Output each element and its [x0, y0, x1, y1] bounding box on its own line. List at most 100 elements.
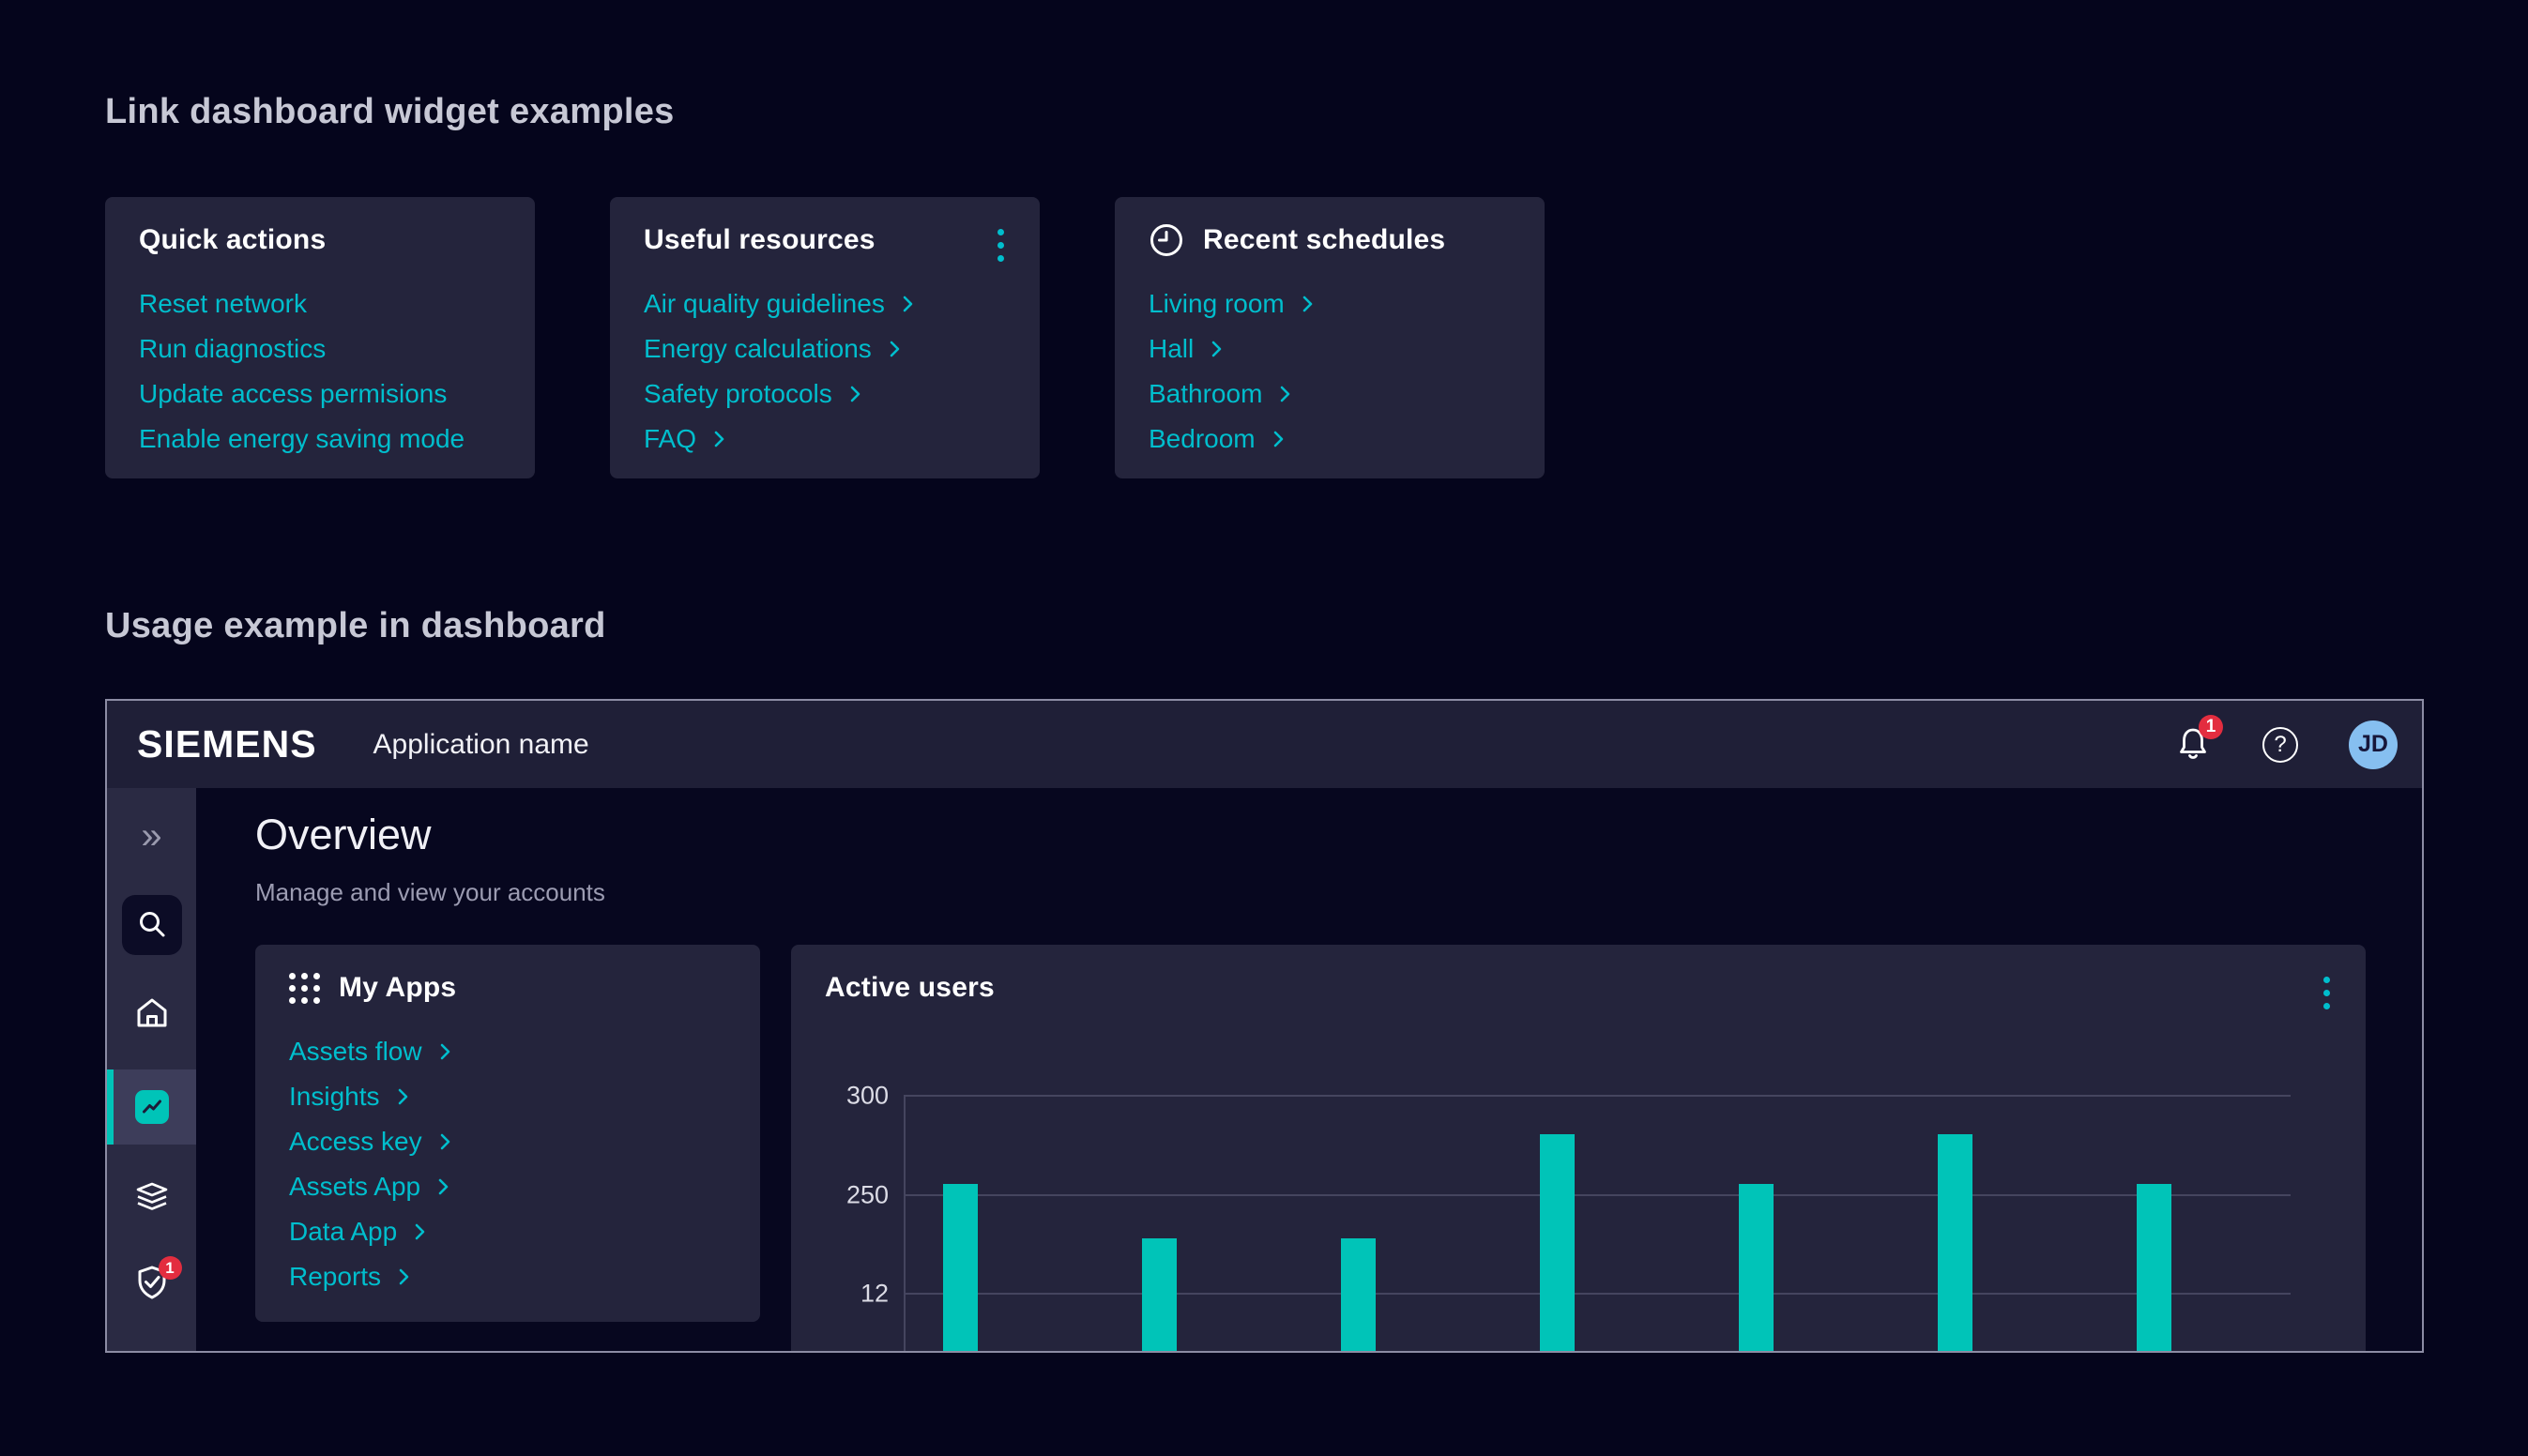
chart-plot: 30025012 — [904, 1095, 2291, 1353]
notification-badge: 1 — [2199, 715, 2223, 739]
card-link[interactable]: Living room — [1149, 281, 1314, 326]
card-link[interactable]: Energy calculations — [644, 326, 901, 372]
card-link[interactable]: Hall — [1149, 326, 1223, 372]
layers-icon — [134, 1182, 170, 1215]
recent-schedules-links: Living room Hall Bathroom Bedroom — [1149, 281, 1511, 462]
link-label: Air quality guidelines — [644, 289, 885, 319]
chart-bar — [943, 1184, 978, 1353]
chevron-right-icon — [439, 1041, 451, 1062]
chart-gridline — [904, 1293, 2291, 1295]
section-title-usage-example: Usage example in dashboard — [105, 606, 606, 646]
card-link[interactable]: Update access permisions — [139, 372, 447, 417]
chevron-right-icon — [437, 1176, 449, 1197]
chart-bar — [1938, 1134, 1972, 1353]
chart-gridline — [904, 1095, 2291, 1097]
dashboard-body: » — [107, 788, 2422, 1351]
link-label: Bathroom — [1149, 379, 1262, 409]
chevron-right-icon — [1272, 429, 1285, 449]
link-label: Update access permisions — [139, 379, 447, 409]
help-button[interactable]: ? — [2262, 727, 2298, 763]
card-link[interactable]: Safety protocols — [644, 372, 861, 417]
my-apps-card: My Apps Assets flowInsightsAccess keyAss… — [255, 945, 760, 1322]
link-label: FAQ — [644, 424, 696, 454]
card-title: My Apps — [339, 972, 456, 1004]
sidebar-item-security[interactable]: 1 — [133, 1264, 171, 1304]
section-title-link-widgets: Link dashboard widget examples — [105, 92, 675, 132]
app-header: SIEMENS Application name 1 ? JD — [107, 701, 2422, 788]
useful-resources-links: Air quality guidelines Energy calculation… — [644, 281, 1006, 462]
card-link[interactable]: Enable energy saving mode — [139, 417, 464, 462]
card-title: Quick actions — [139, 224, 326, 256]
chevron-right-icon — [439, 1131, 451, 1152]
chevron-right-icon — [889, 339, 901, 359]
recent-schedules-card: Recent schedules Living room Hall Bathroom… — [1115, 197, 1545, 478]
sidebar-item-layers[interactable] — [134, 1182, 170, 1215]
card-title: Recent schedules — [1203, 224, 1445, 256]
link-label: Assets flow — [289, 1037, 422, 1067]
chart-bar — [1540, 1134, 1575, 1353]
link-label: Assets App — [289, 1172, 420, 1202]
chart-bar — [2137, 1184, 2171, 1353]
chevron-right-icon — [902, 294, 914, 314]
y-tick-label: 250 — [846, 1181, 889, 1210]
chart-bar — [1739, 1184, 1774, 1353]
card-link[interactable]: Bathroom — [1149, 372, 1291, 417]
kebab-menu-icon[interactable] — [994, 225, 1008, 265]
search-button[interactable] — [122, 895, 182, 955]
card-header: Recent schedules — [1149, 220, 1511, 261]
dashboard-content: Overview Manage and view your accounts M… — [196, 788, 2422, 1351]
dashboard-example-frame: SIEMENS Application name 1 ? JD » — [105, 699, 2424, 1353]
home-icon — [134, 996, 170, 1033]
sidebar-item-home[interactable] — [134, 996, 170, 1033]
chevron-right-icon — [397, 1086, 409, 1107]
sidebar: » — [107, 788, 196, 1351]
clock-icon — [1149, 222, 1184, 258]
chevron-right-icon — [1279, 384, 1291, 404]
link-label: Data App — [289, 1217, 397, 1247]
quick-actions-card: Quick actions Reset network Run diagnosti… — [105, 197, 535, 478]
chart-bar — [1142, 1238, 1177, 1353]
active-indicator — [107, 1069, 114, 1145]
card-link[interactable]: Run diagnostics — [139, 326, 326, 372]
link-label: Living room — [1149, 289, 1285, 319]
chevron-right-icon — [1302, 294, 1314, 314]
card-link[interactable]: Access key — [289, 1119, 451, 1164]
y-tick-label: 12 — [860, 1280, 889, 1309]
card-link[interactable]: Air quality guidelines — [644, 281, 914, 326]
sidebar-item-analytics[interactable] — [107, 1069, 196, 1145]
my-apps-links: Assets flow Insights Access key Assets App D… — [289, 1029, 726, 1299]
y-tick-label: 300 — [846, 1082, 889, 1111]
chart-bar — [1341, 1238, 1376, 1353]
link-label: Energy calculations — [644, 334, 872, 364]
card-link[interactable]: Bedroom — [1149, 417, 1285, 462]
chart-gridline — [904, 1194, 2291, 1196]
application-name: Application name — [373, 729, 589, 761]
link-label: Reports — [289, 1262, 381, 1292]
link-label: Safety protocols — [644, 379, 832, 409]
sidebar-expand-button[interactable]: » — [141, 816, 161, 856]
card-header: Active users — [825, 967, 2332, 1009]
card-link[interactable]: Reset network — [139, 281, 307, 326]
notifications-button[interactable]: 1 — [2174, 724, 2212, 765]
page-title: Overview — [255, 811, 432, 859]
trend-chart-icon — [135, 1090, 169, 1124]
kebab-menu-icon[interactable] — [2320, 973, 2334, 1013]
card-link[interactable]: Data App — [289, 1209, 426, 1254]
chevron-right-icon — [849, 384, 861, 404]
card-link[interactable]: Assets flow — [289, 1029, 451, 1074]
card-link[interactable]: Assets App — [289, 1164, 449, 1209]
card-link[interactable]: Reports — [289, 1254, 410, 1299]
avatar[interactable]: JD — [2349, 720, 2398, 769]
card-title: Useful resources — [644, 224, 876, 256]
card-header: Useful resources — [644, 220, 1006, 261]
link-label: Insights — [289, 1082, 380, 1112]
widget-examples-row: Quick actions Reset network Run diagnosti… — [105, 197, 1545, 478]
link-label: Run diagnostics — [139, 334, 326, 364]
chevron-right-icon — [398, 1266, 410, 1287]
siemens-logo: SIEMENS — [137, 722, 317, 766]
card-title: Active users — [825, 972, 995, 1004]
card-link[interactable]: Insights — [289, 1074, 409, 1119]
chevron-right-icon — [713, 429, 725, 449]
card-link[interactable]: FAQ — [644, 417, 725, 462]
link-label: Access key — [289, 1127, 422, 1157]
